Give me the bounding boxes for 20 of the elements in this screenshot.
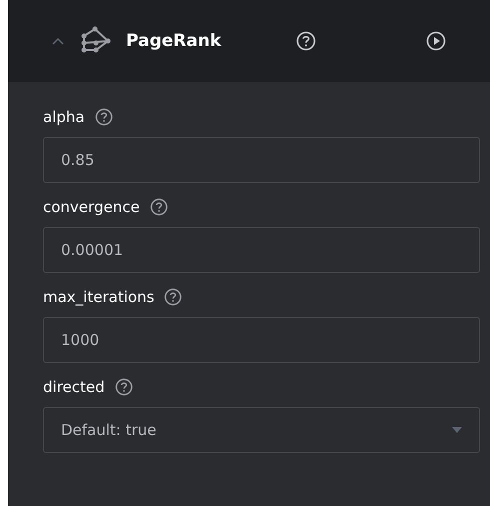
run-button[interactable] — [426, 31, 446, 51]
algorithm-title: PageRank — [126, 31, 222, 51]
help-icon[interactable] — [114, 378, 133, 396]
help-icon[interactable] — [150, 198, 168, 216]
parameter-label: convergence — [43, 198, 140, 216]
help-icon[interactable] — [164, 288, 182, 306]
caret-icon — [52, 37, 64, 45]
play-icon — [426, 31, 446, 51]
input-field[interactable]: 1000 — [43, 317, 480, 363]
input-field[interactable]: 0.00001 — [43, 227, 480, 273]
select-field[interactable]: Default: true — [43, 407, 480, 453]
dropdown-arrow-icon — [452, 427, 462, 433]
input-field[interactable]: 0.85 — [43, 137, 480, 183]
parameter-label: max_iterations — [43, 288, 154, 306]
help-button[interactable] — [296, 31, 316, 51]
parameter-label: directed — [43, 378, 105, 396]
collapse-button[interactable] — [50, 35, 66, 47]
help-icon[interactable] — [94, 108, 113, 126]
help-icon — [296, 31, 316, 51]
parameter-label: alpha — [43, 108, 85, 126]
